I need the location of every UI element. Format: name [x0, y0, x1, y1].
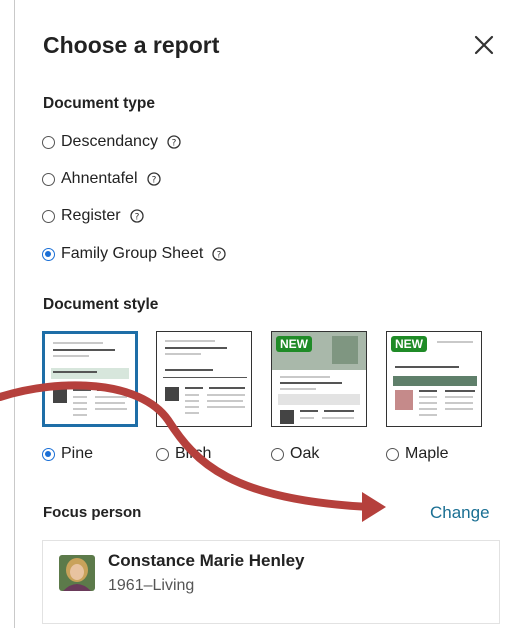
- document-style-heading: Document style: [43, 296, 159, 313]
- radio-label: Ahnentafel: [61, 170, 138, 187]
- help-icon[interactable]: ?: [129, 209, 144, 223]
- radio-button[interactable]: [42, 209, 55, 223]
- radio-button[interactable]: [156, 447, 169, 461]
- person-name: Constance Marie Henley: [108, 551, 305, 570]
- style-label: Birch: [175, 445, 212, 462]
- radio-label: Register: [61, 207, 121, 224]
- radio-family-group-sheet[interactable]: Family Group Sheet ?: [42, 243, 226, 265]
- style-label: Oak: [290, 445, 320, 462]
- style-option-pine[interactable]: Pine: [42, 444, 93, 464]
- svg-text:?: ?: [172, 138, 177, 148]
- close-icon[interactable]: [471, 32, 497, 58]
- radio-button-selected[interactable]: [42, 447, 55, 461]
- help-icon[interactable]: ?: [167, 135, 181, 149]
- new-badge: NEW: [391, 336, 427, 352]
- style-label: Pine: [61, 445, 94, 462]
- avatar: [59, 555, 95, 591]
- style-thumbnail-pine[interactable]: [42, 331, 138, 427]
- style-option-maple[interactable]: Maple: [386, 444, 449, 464]
- svg-text:?: ?: [151, 175, 156, 185]
- change-focus-person-link[interactable]: Change: [430, 503, 490, 523]
- radio-button[interactable]: [42, 135, 55, 149]
- choose-report-dialog: Choose a report Document type Descendanc…: [15, 0, 506, 628]
- radio-label: Descendancy: [61, 133, 158, 150]
- style-option-oak[interactable]: Oak: [271, 444, 319, 464]
- svg-text:?: ?: [217, 250, 222, 260]
- radio-ahnentafel[interactable]: Ahnentafel ?: [42, 168, 161, 190]
- document-type-heading: Document type: [43, 95, 155, 112]
- help-icon[interactable]: ?: [212, 247, 226, 261]
- new-badge: NEW: [276, 336, 312, 352]
- dialog-title: Choose a report: [43, 32, 220, 58]
- focus-person-card[interactable]: Constance Marie Henley 1961–Living: [42, 540, 500, 624]
- help-icon[interactable]: ?: [146, 172, 161, 186]
- style-thumbnail-maple[interactable]: NEW: [386, 331, 482, 427]
- style-label: Maple: [405, 445, 449, 462]
- radio-register[interactable]: Register ?: [42, 205, 144, 227]
- radio-button[interactable]: [386, 447, 399, 461]
- radio-button-selected[interactable]: [42, 247, 55, 261]
- radio-button[interactable]: [271, 447, 284, 461]
- radio-label: Family Group Sheet: [61, 245, 204, 262]
- radio-button[interactable]: [42, 172, 55, 186]
- maple-portrait: [395, 390, 413, 410]
- style-thumbnail-birch[interactable]: [156, 331, 252, 427]
- style-thumbnail-oak[interactable]: NEW: [271, 331, 367, 427]
- person-dates: 1961–Living: [108, 577, 195, 594]
- style-option-birch[interactable]: Birch: [156, 444, 211, 464]
- svg-text:?: ?: [134, 212, 139, 222]
- focus-person-heading: Focus person: [43, 504, 142, 521]
- radio-descendancy[interactable]: Descendancy ?: [42, 131, 181, 153]
